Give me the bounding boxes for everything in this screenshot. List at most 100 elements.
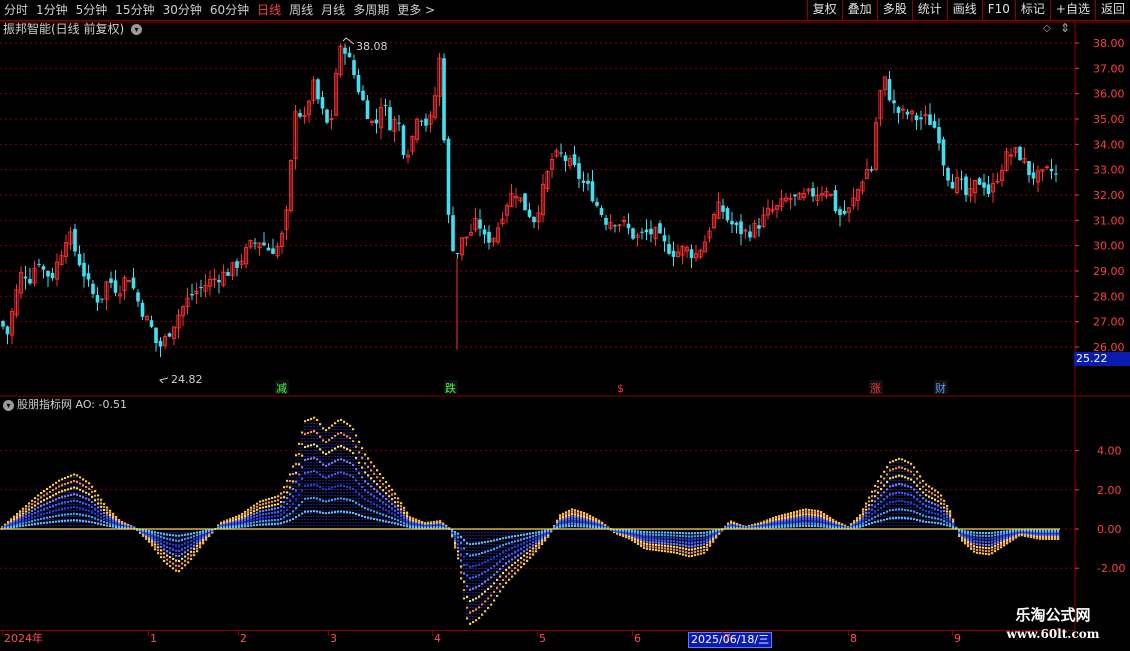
candle-body [356, 74, 361, 93]
ao-dot [151, 532, 154, 535]
ao-dot [178, 549, 181, 552]
ao-dot [160, 552, 163, 555]
ao-dot [994, 542, 997, 545]
ao-dot [175, 544, 178, 547]
ao-dot [385, 520, 388, 523]
ao-dot [997, 533, 1000, 536]
ao-dot [196, 534, 199, 537]
ao-dot [787, 518, 790, 521]
ao-dot [871, 513, 874, 516]
ao-dot [793, 517, 796, 520]
ao-dot [361, 495, 364, 498]
candle-body [154, 327, 158, 344]
ao-dot [1003, 540, 1006, 543]
ao-dot [388, 484, 391, 487]
ao-dot [940, 522, 943, 525]
ao-dot [91, 506, 94, 509]
ao-dot [655, 533, 658, 536]
ao-dot [157, 540, 160, 543]
month-label-8: 8 [850, 632, 857, 645]
ao-dot [934, 498, 937, 501]
ao-dot [967, 530, 970, 533]
ao-dot [580, 515, 583, 518]
ao-dot [406, 519, 409, 522]
ao-dot [802, 520, 805, 523]
ao-dot [325, 500, 328, 503]
ao-dot [682, 547, 685, 550]
ao-dot [922, 520, 925, 523]
ao-dot [484, 580, 487, 583]
ao-dot [322, 451, 325, 454]
ao-dot [307, 484, 310, 487]
ao-dot [328, 487, 331, 490]
ao-dot [307, 510, 310, 513]
ao-dot [499, 575, 502, 578]
ao-dot [799, 518, 802, 521]
ao-dot [154, 545, 157, 548]
ao-dot [499, 567, 502, 570]
ao-dot [904, 476, 907, 479]
ao-dot [283, 501, 286, 504]
ao-dot [73, 512, 76, 515]
ao-dot [184, 555, 187, 558]
ao-dot [268, 501, 271, 504]
ao-dot [1039, 529, 1042, 532]
ao-dot [565, 511, 568, 514]
ao-dot [988, 550, 991, 553]
ao-dot [814, 520, 817, 523]
ao-dot [259, 503, 262, 506]
ao-dot [1003, 536, 1006, 539]
ao-dot [817, 514, 820, 517]
ao-dot [49, 511, 52, 514]
ao-dot [364, 507, 367, 510]
month-label-1: 1 [150, 632, 157, 645]
candle-body [478, 219, 482, 229]
ao-dot [694, 544, 697, 547]
ao-dot [1000, 544, 1003, 547]
ao-dot [25, 507, 28, 510]
ao-dot [322, 439, 325, 442]
ao-dot [97, 506, 100, 509]
ao-dot [985, 531, 988, 534]
ao-dot [313, 443, 316, 446]
ao-dot [700, 552, 703, 555]
ao-dot [466, 606, 469, 609]
ao-dot [934, 517, 937, 520]
ao-dot [493, 582, 496, 585]
ao-dot [679, 531, 682, 534]
ao-dot [355, 490, 358, 493]
ao-dot [532, 553, 535, 556]
ao-dot [802, 515, 805, 518]
ao-dot [334, 472, 337, 475]
ao-dot [487, 550, 490, 553]
ao-dot [94, 499, 97, 502]
month-tick [632, 631, 633, 636]
ao-dot [649, 540, 652, 543]
ao-dot [991, 534, 994, 537]
ao-dot [31, 499, 34, 502]
ao-dot [457, 553, 460, 556]
ao-dot [238, 525, 241, 528]
ao-dot [274, 511, 277, 514]
candle-body [91, 283, 95, 295]
ao-dot [169, 556, 172, 559]
ao-dot [277, 499, 280, 502]
ao-dot [790, 517, 793, 520]
candle-body [1018, 146, 1022, 161]
ao-dot [340, 445, 343, 448]
ao-dot [691, 541, 694, 544]
ao-dot [463, 597, 466, 600]
ao-dot [403, 516, 406, 519]
ao-dot [505, 581, 508, 584]
ao-dot [109, 522, 112, 525]
ao-dot [538, 542, 541, 545]
stock-chart[interactable]: 26.0027.0028.0029.0030.0031.0032.0033.00… [0, 0, 1130, 650]
ao-dot [301, 466, 304, 469]
ao-dot [475, 586, 478, 589]
ao-dot [535, 534, 538, 537]
ao-dot [274, 503, 277, 506]
ao-dot [865, 502, 868, 505]
ao-dot [391, 521, 394, 524]
ao-dot [883, 518, 886, 521]
ao-dot [28, 508, 31, 511]
